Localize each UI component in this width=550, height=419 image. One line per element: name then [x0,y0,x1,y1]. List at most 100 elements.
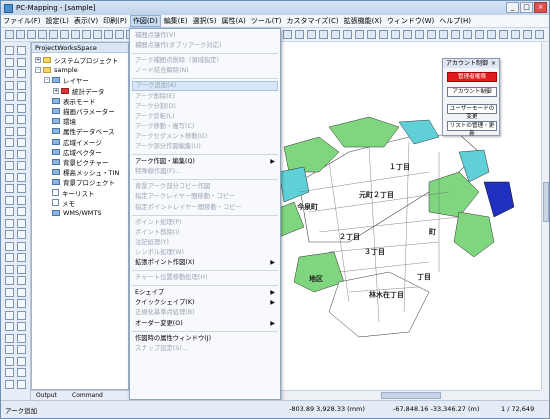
draw-menu-item[interactable]: 拡張ポイント作図(X) ▶ [132,258,278,268]
tool-palette-icon[interactable] [17,126,26,136]
menu-item-12[interactable]: ヘルプ(H) [437,15,473,27]
tool-palette-icon[interactable] [5,115,14,124]
maximize-button[interactable]: □ [520,2,533,13]
admin-rights-button[interactable]: 管理者権限 [447,72,497,82]
toolbar-button-icon[interactable] [331,30,340,39]
tool-palette-icon[interactable] [5,161,14,170]
tool-palette-icon[interactable] [5,253,14,262]
tool-palette-icon[interactable] [5,241,14,251]
tool-palette-icon[interactable] [17,310,26,320]
tool-palette-icon[interactable] [17,57,26,67]
tool-palette-icon[interactable] [17,69,26,78]
user-mode-change-button[interactable]: ユーザーモードの変更 [447,104,497,120]
toolbar-button-icon[interactable] [379,30,388,39]
toolbar-button-icon[interactable] [38,30,47,39]
toolbar-button-icon[interactable] [343,30,352,39]
menu-item-7[interactable]: 属性(A) [219,15,247,27]
toolbar-button-icon[interactable] [475,30,484,39]
toolbar-button-icon[interactable] [115,30,124,39]
toolbar-button-icon[interactable] [319,30,328,39]
draw-menu-item[interactable]: クイックシェイプ(K) ▶ [132,298,278,308]
tree-item[interactable]: 環境 [44,116,76,126]
tool-palette-icon[interactable] [5,126,14,136]
close-button[interactable]: × [534,2,547,13]
draw-menu-item[interactable]: アーク作図・編集(Q) ▶ [132,157,278,167]
tool-palette-icon[interactable] [5,172,14,182]
menu-item-10[interactable]: 拡張機能(X) [342,15,384,27]
tool-palette-icon[interactable] [17,46,26,55]
menu-item-6[interactable]: 選択(S) [191,15,219,27]
tree-item[interactable]: - レイヤー [44,75,89,85]
tree-item[interactable]: + システムプロジェクト [35,55,118,65]
tool-palette-icon[interactable] [5,92,14,101]
tool-palette-icon[interactable] [17,230,26,239]
map-horizontal-scrollbar[interactable] [281,390,541,400]
map-vertical-scrollbar[interactable] [541,42,549,390]
tool-palette-icon[interactable] [17,184,26,193]
tool-palette-icon[interactable] [17,368,26,377]
title-bar[interactable]: PC-Mapping - [sample] _ □ × [1,1,549,15]
tool-palette-icon[interactable] [5,207,14,216]
vertical-scroll-thumb[interactable] [543,182,549,222]
toolbar-button-icon[interactable] [295,30,304,39]
toolbar-button-icon[interactable] [427,30,436,39]
tool-palette-icon[interactable] [17,241,26,251]
tool-palette-icon[interactable] [17,253,26,262]
tree-item[interactable]: 広域イメージ [44,137,102,147]
toolbar-button-icon[interactable] [487,30,496,39]
tool-palette-icon[interactable] [5,57,14,67]
list-manage-update-button[interactable]: リストの管理・更新 [447,121,497,137]
menu-item-11[interactable]: ウィンドウ(W) [385,15,436,27]
tool-palette-icon[interactable] [17,264,26,274]
toolbar-button-icon[interactable] [499,30,508,39]
tree-expander-icon[interactable]: - [35,67,41,74]
tool-palette-icon[interactable] [17,115,26,124]
menu-item-0[interactable]: ファイル(F) [1,15,43,27]
toolbar-button-icon[interactable] [27,30,36,39]
tool-palette-icon[interactable] [17,80,26,90]
tree-expander-icon[interactable]: + [53,87,59,94]
tool-palette-icon[interactable] [5,287,14,297]
tool-palette-icon[interactable] [5,46,14,55]
toolbar-button-icon[interactable] [16,30,25,39]
toolbar-button-icon[interactable] [71,30,80,39]
draw-menu-item[interactable]: 作図時の属性ウィンドウ(J) [132,334,278,344]
draw-menu-item[interactable]: オーダー変更(O) ▶ [132,319,278,329]
tree-item[interactable]: 属性データベース [44,126,115,136]
tool-palette-icon[interactable] [5,80,14,90]
horizontal-scroll-thumb[interactable] [381,392,441,399]
tree-item[interactable]: メモ [44,198,75,208]
tool-palette-icon[interactable] [5,218,14,228]
tree-item[interactable]: WMS/WMTS [44,208,101,218]
tool-palette-icon[interactable] [5,195,14,205]
tree-item[interactable]: 表示モード [44,96,96,106]
menu-item-2[interactable]: 表示(V) [72,15,100,27]
tool-palette-icon[interactable] [5,138,14,147]
menu-item-5[interactable]: 編集(E) [162,15,190,27]
toolbar-button-icon[interactable] [535,30,544,39]
tool-palette-icon[interactable] [17,345,26,354]
tool-palette-icon[interactable] [17,207,26,216]
tool-palette-icon[interactable] [17,276,26,285]
tree-expander-icon[interactable]: - [44,77,50,84]
tool-palette-icon[interactable] [5,276,14,285]
menu-item-3[interactable]: 印刷(P) [101,15,129,27]
menu-item-1[interactable]: 設定(L) [44,15,71,27]
menu-item-4[interactable]: 作図(D) [129,15,161,27]
tool-palette-icon[interactable] [5,299,14,308]
toolbar-button-icon[interactable] [93,30,102,39]
menu-item-9[interactable]: カスタマイズ(C) [285,15,341,27]
tool-palette-icon[interactable] [17,299,26,308]
tool-palette-icon[interactable] [17,103,26,113]
toolbar-button-icon[interactable] [307,30,316,39]
minimize-button[interactable]: _ [506,2,519,13]
tool-palette-icon[interactable] [17,138,26,147]
toolbar-button-icon[interactable] [5,30,14,39]
tool-palette-icon[interactable] [5,69,14,78]
tree-item[interactable]: 広域ベクター [44,147,102,157]
toolbar-button-icon[interactable] [439,30,448,39]
tool-palette-icon[interactable] [5,264,14,274]
tree-item[interactable]: + 統計データ [53,86,105,96]
tree-expander-icon[interactable]: + [35,57,41,63]
tool-palette-icon[interactable] [17,149,26,159]
